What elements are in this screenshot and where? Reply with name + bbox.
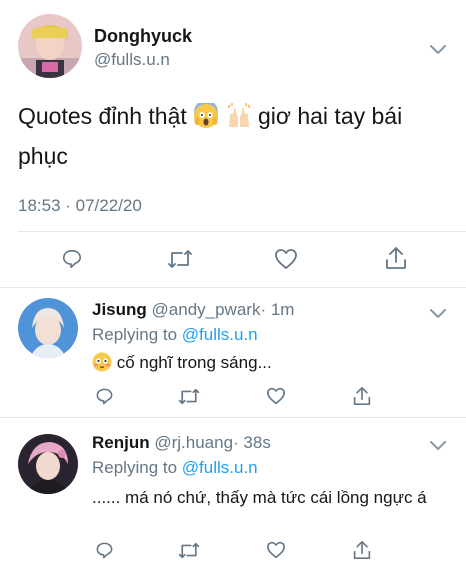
reply-icon[interactable] [92,384,116,408]
retweet-icon[interactable] [176,384,202,408]
replying-to: Replying to @fulls.u.n [92,325,258,345]
main-tweet: Donghyuck @fulls.u.n Quotes đỉnh thật gi… [0,0,466,287]
share-icon[interactable] [350,537,374,563]
retweet-icon[interactable] [176,538,202,562]
handle[interactable]: @andy_pwark [152,300,261,319]
reply-header: Renjun @rj.huang· 38s [92,433,271,453]
share-icon[interactable] [350,383,374,409]
retweet-icon[interactable] [165,246,195,272]
display-name[interactable]: Renjun [92,433,150,452]
reply-header: Jisung @andy_pwark· 1m [92,300,294,320]
reply-text: cố nghĩ trong sáng... [92,350,454,376]
face-screaming-in-fear-icon [193,100,219,128]
replying-label: Replying to [92,458,178,477]
handle[interactable]: @fulls.u.n [94,50,170,70]
chevron-down-icon[interactable] [430,42,446,54]
reply-text: ...... má nó chứ, thấy mà tức cái lồng n… [92,488,427,507]
time-ago: · 38s [233,433,271,452]
avatar[interactable] [18,14,82,78]
tweet-text-part: Quotes đỉnh thật [18,103,194,129]
replying-to-link[interactable]: @fulls.u.n [182,458,258,477]
display-name[interactable]: Donghyuck [94,26,192,47]
tweet-text: Quotes đỉnh thật giơ hai tay bái phục [18,96,448,176]
flushed-face-icon [92,352,112,372]
replying-to-link[interactable]: @fulls.u.n [182,325,258,344]
replying-to: Replying to @fulls.u.n [92,458,258,478]
avatar[interactable] [18,434,78,494]
reply-icon[interactable] [58,246,86,272]
reply-text-content: cố nghĩ trong sáng... [112,353,272,372]
time-ago: · 1m [260,300,295,319]
share-icon[interactable] [382,244,410,272]
divider [18,231,466,232]
reply-icon[interactable] [92,538,116,562]
like-icon[interactable] [264,538,288,562]
timestamp[interactable]: 18:53 · 07/22/20 [18,196,142,216]
chevron-down-icon[interactable] [430,438,446,450]
display-name[interactable]: Jisung [92,300,147,319]
replying-label: Replying to [92,325,178,344]
avatar[interactable] [18,298,78,358]
handle[interactable]: @rj.huang [154,433,233,452]
raising-hands-icon [226,101,252,127]
like-icon[interactable] [272,246,300,272]
chevron-down-icon[interactable] [430,306,446,318]
like-icon[interactable] [264,384,288,408]
reply-tweet[interactable]: Jisung @andy_pwark· 1m Replying to @full… [0,288,466,417]
reply-tweet[interactable]: Renjun @rj.huang· 38s Replying to @fulls… [0,418,466,574]
